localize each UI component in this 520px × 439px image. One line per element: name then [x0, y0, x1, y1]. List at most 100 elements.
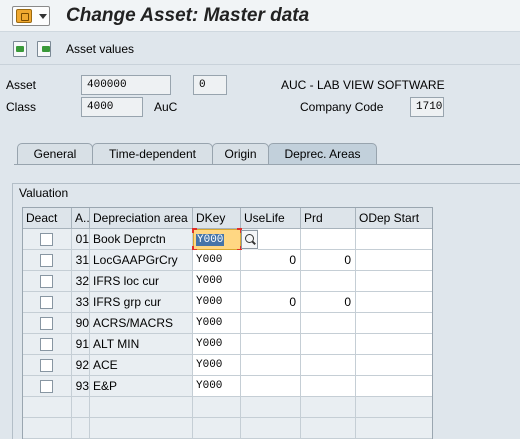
- dkey-input[interactable]: Y000: [193, 292, 241, 313]
- uselife-input[interactable]: [241, 313, 301, 334]
- focus-corner: [192, 228, 197, 233]
- tab-origin[interactable]: Origin: [212, 143, 269, 164]
- tab-deprec-areas[interactable]: Deprec. Areas: [268, 143, 377, 165]
- area-number: 01: [72, 229, 90, 250]
- empty-cell: [356, 397, 432, 418]
- empty-cell: [241, 418, 301, 439]
- table-row[interactable]: 92 ACE Y000: [23, 355, 432, 376]
- column-header-dkey[interactable]: DKey: [193, 208, 241, 229]
- odep-start-input[interactable]: [356, 313, 432, 334]
- prd-input[interactable]: [301, 355, 356, 376]
- area-number: 32: [72, 271, 90, 292]
- empty-table-row: [23, 397, 432, 418]
- deact-cell: [23, 376, 72, 397]
- uselife-input[interactable]: [241, 376, 301, 397]
- deact-checkbox[interactable]: [40, 317, 53, 330]
- dkey-input[interactable]: Y000: [193, 271, 241, 292]
- prd-input[interactable]: [301, 229, 356, 250]
- column-header-area-no[interactable]: A..: [72, 208, 90, 229]
- column-header-deact[interactable]: Deact: [23, 208, 72, 229]
- dkey-input[interactable]: Y000: [193, 313, 241, 334]
- deact-cell: [23, 250, 72, 271]
- search-help-button[interactable]: [241, 230, 258, 249]
- area-number: 92: [72, 355, 90, 376]
- odep-start-input[interactable]: [356, 334, 432, 355]
- deact-checkbox[interactable]: [40, 275, 53, 288]
- table-row[interactable]: 93 E&P Y000: [23, 376, 432, 397]
- asset-number-field[interactable]: 400000: [81, 75, 171, 95]
- odep-start-input[interactable]: [356, 250, 432, 271]
- area-name: ALT MIN: [90, 334, 193, 355]
- asset-subnumber-field[interactable]: 0: [193, 75, 227, 95]
- next-document-icon[interactable]: [37, 41, 51, 57]
- uselife-input[interactable]: [241, 355, 301, 376]
- empty-cell: [193, 418, 241, 439]
- empty-table-row: [23, 418, 432, 439]
- area-number: 33: [72, 292, 90, 313]
- odep-start-input[interactable]: [356, 355, 432, 376]
- empty-cell: [301, 397, 356, 418]
- company-code-field[interactable]: 1710: [410, 97, 444, 117]
- prd-input[interactable]: [301, 334, 356, 355]
- uselife-input[interactable]: 0: [241, 250, 301, 271]
- title-bar: Change Asset: Master data: [0, 0, 520, 32]
- prd-input[interactable]: 0: [301, 292, 356, 313]
- deact-checkbox[interactable]: [40, 338, 53, 351]
- dkey-input[interactable]: Y000: [193, 334, 241, 355]
- system-menu-button[interactable]: [12, 6, 50, 26]
- table-row[interactable]: 32 IFRS loc cur Y000: [23, 271, 432, 292]
- uselife-input[interactable]: [241, 271, 301, 292]
- class-text: AuC: [154, 100, 178, 114]
- table-row[interactable]: 91 ALT MIN Y000: [23, 334, 432, 355]
- asset-values-button[interactable]: Asset values: [66, 42, 134, 56]
- class-label: Class: [6, 100, 37, 114]
- class-field[interactable]: 4000: [81, 97, 143, 117]
- application-toolbar: Asset values: [0, 33, 520, 65]
- dkey-input-focused[interactable]: Y000: [193, 229, 241, 250]
- tab-general[interactable]: General: [17, 143, 93, 164]
- table-row[interactable]: 01 Book Deprctn Y000: [23, 228, 432, 251]
- uselife-input[interactable]: 0: [241, 292, 301, 313]
- dkey-input[interactable]: Y000: [193, 376, 241, 397]
- column-header-depreciation-area[interactable]: Depreciation area: [90, 208, 193, 229]
- area-name: Book Deprctn: [90, 229, 193, 250]
- prd-input[interactable]: 0: [301, 250, 356, 271]
- prd-input[interactable]: [301, 376, 356, 397]
- empty-cell: [72, 397, 90, 418]
- empty-cell: [90, 418, 193, 439]
- deact-checkbox[interactable]: [40, 296, 53, 309]
- empty-cell: [193, 397, 241, 418]
- table-row[interactable]: 90 ACRS/MACRS Y000: [23, 313, 432, 334]
- previous-document-icon[interactable]: [13, 41, 27, 57]
- depreciation-areas-table: Deact A.. Depreciation area DKey UseLife…: [22, 207, 433, 439]
- deact-checkbox[interactable]: [40, 359, 53, 372]
- prd-input[interactable]: [301, 271, 356, 292]
- odep-start-input[interactable]: [356, 271, 432, 292]
- deact-cell: [23, 313, 72, 334]
- odep-start-input[interactable]: [356, 292, 432, 313]
- area-name: IFRS loc cur: [90, 271, 193, 292]
- empty-cell: [241, 397, 301, 418]
- deact-checkbox[interactable]: [40, 233, 53, 246]
- area-number: 91: [72, 334, 90, 355]
- dkey-input[interactable]: Y000: [193, 250, 241, 271]
- odep-start-input[interactable]: [356, 376, 432, 397]
- company-code-label: Company Code: [300, 100, 384, 114]
- deact-cell: [23, 355, 72, 376]
- table-row[interactable]: 33 IFRS grp cur Y000 0 0: [23, 292, 432, 313]
- asset-label: Asset: [6, 78, 37, 92]
- column-header-odep-start[interactable]: ODep Start: [356, 208, 432, 229]
- tab-time-dependent[interactable]: Time-dependent: [92, 143, 213, 164]
- uselife-input[interactable]: [258, 229, 301, 250]
- table-row[interactable]: 31 LocGAAPGrCry Y000 0 0: [23, 250, 432, 271]
- deact-cell: [23, 334, 72, 355]
- area-name: ACRS/MACRS: [90, 313, 193, 334]
- deact-checkbox[interactable]: [40, 380, 53, 393]
- column-header-prd[interactable]: Prd: [301, 208, 356, 229]
- column-header-uselife[interactable]: UseLife: [241, 208, 301, 229]
- prd-input[interactable]: [301, 313, 356, 334]
- deact-checkbox[interactable]: [40, 254, 53, 267]
- dkey-input[interactable]: Y000: [193, 355, 241, 376]
- uselife-input[interactable]: [241, 334, 301, 355]
- odep-start-input[interactable]: [356, 229, 432, 250]
